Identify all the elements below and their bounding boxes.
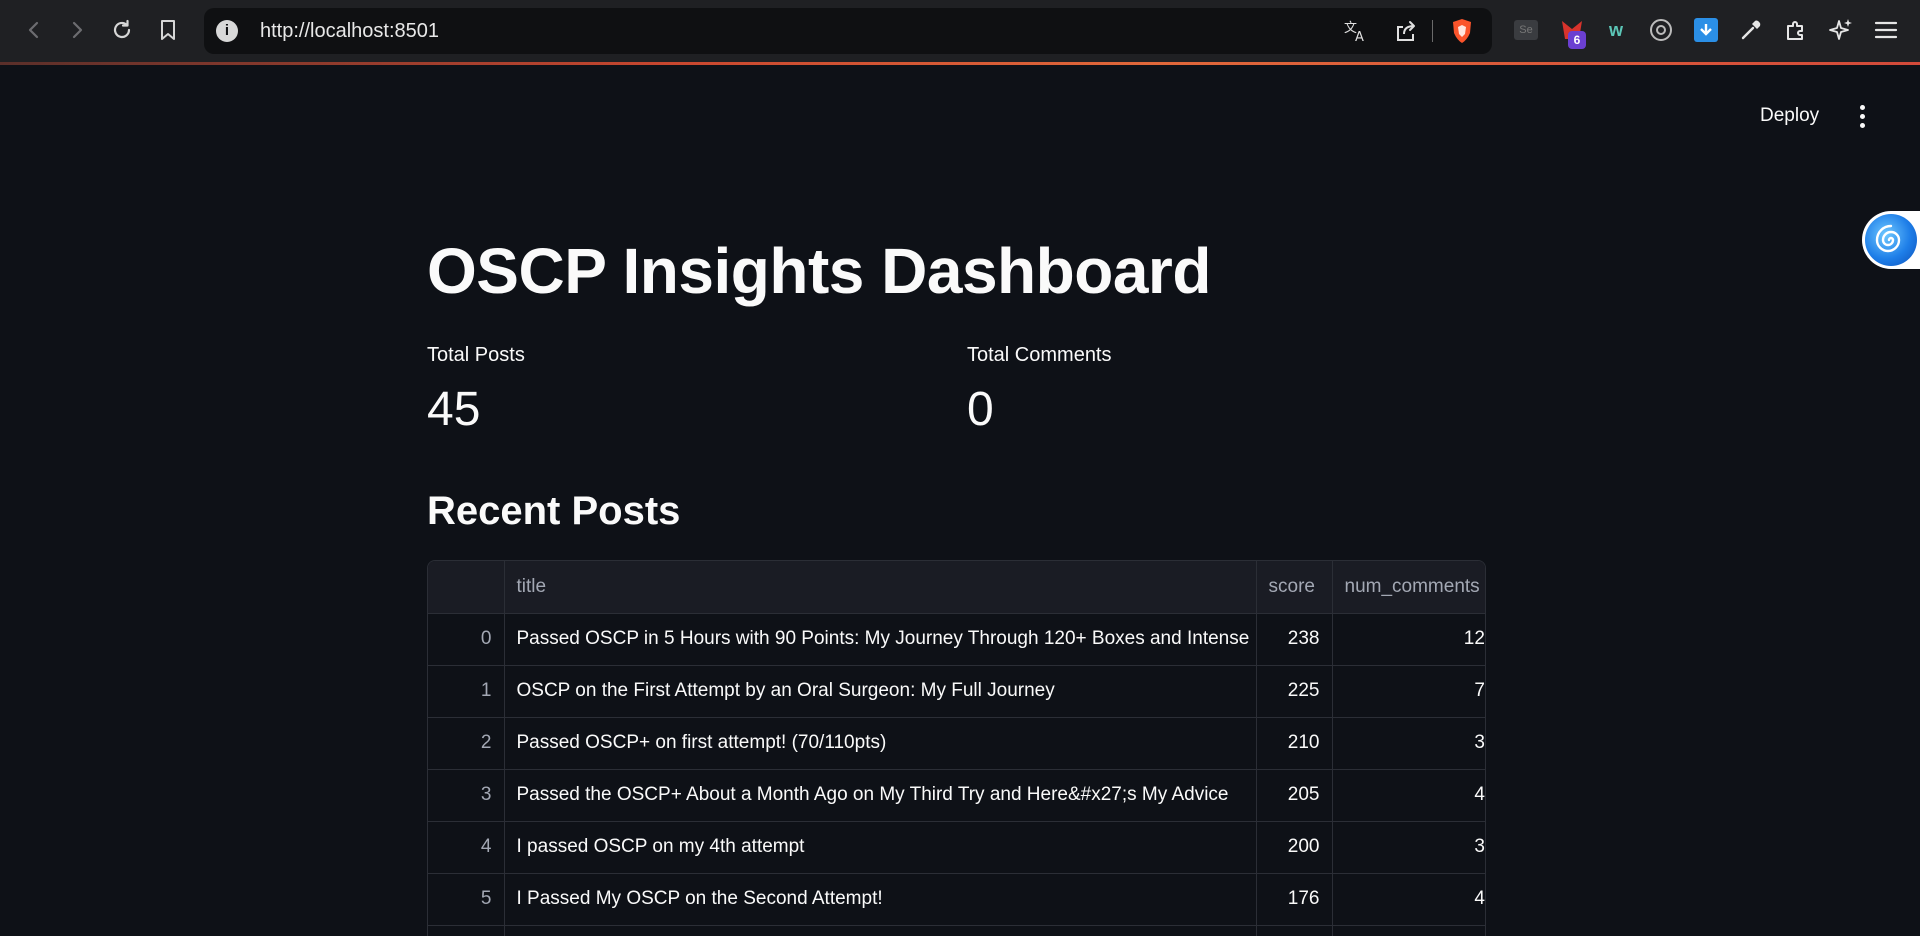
row-index xyxy=(428,925,505,936)
cell-score[interactable]: 238 xyxy=(1256,613,1333,666)
back-icon[interactable] xyxy=(17,13,51,47)
column-header-score[interactable]: score xyxy=(1256,561,1333,614)
row-index: 3 xyxy=(428,769,505,822)
divider xyxy=(1432,20,1433,42)
row-index: 5 xyxy=(428,873,505,926)
metric-value-total-comments: 0 xyxy=(967,383,994,436)
row-index: 4 xyxy=(428,821,505,874)
cell-title[interactable] xyxy=(504,925,1257,936)
table-row[interactable]: 2 Passed OSCP+ on first attempt! (70/110… xyxy=(428,717,1485,770)
cell-num-comments[interactable]: 48 xyxy=(1332,873,1485,926)
eyedropper-icon[interactable] xyxy=(1735,14,1767,46)
reload-icon[interactable] xyxy=(105,13,139,47)
cell-title[interactable]: I passed OSCP on my 4th attempt xyxy=(504,821,1257,874)
share-icon[interactable] xyxy=(1390,16,1422,46)
cell-title[interactable]: Passed OSCP+ on first attempt! (70/110pt… xyxy=(504,717,1257,770)
recent-posts-table[interactable]: title score num_comments 0 Passed OSCP i… xyxy=(427,560,1486,936)
table-row[interactable]: 5 I Passed My OSCP on the Second Attempt… xyxy=(428,873,1485,926)
table-row[interactable]: 4 I passed OSCP on my 4th attempt 200 34 xyxy=(428,821,1485,874)
translate-icon[interactable]: 文A xyxy=(1340,16,1372,46)
column-header-num-comments[interactable]: num_comments xyxy=(1332,561,1485,614)
cell-num-comments[interactable]: 126 xyxy=(1332,613,1485,666)
cell-num-comments[interactable]: 73 xyxy=(1332,665,1485,718)
row-index: 1 xyxy=(428,665,505,718)
download-icon[interactable] xyxy=(1690,14,1722,46)
cell-num-comments[interactable]: 33 xyxy=(1332,717,1485,770)
cell-score[interactable]: 225 xyxy=(1256,665,1333,718)
browser-toolbar: i http://localhost:8501 文A Se 6 w xyxy=(0,0,1920,62)
cell-title[interactable]: Passed the OSCP+ About a Month Ago on My… xyxy=(504,769,1257,822)
section-header-recent-posts: Recent Posts xyxy=(427,489,681,533)
openai-icon[interactable] xyxy=(1645,14,1677,46)
table-header-row: title score num_comments xyxy=(428,561,1485,614)
cell-title[interactable]: OSCP on the First Attempt by an Oral Sur… xyxy=(504,665,1257,718)
cell-score[interactable]: 210 xyxy=(1256,717,1333,770)
assistant-widget[interactable] xyxy=(1862,211,1920,269)
leo-ai-icon[interactable] xyxy=(1825,14,1857,46)
column-header-index[interactable] xyxy=(428,561,505,614)
deploy-button[interactable]: Deploy xyxy=(1744,101,1835,131)
cell-score[interactable]: 205 xyxy=(1256,769,1333,822)
loading-accent-line xyxy=(0,62,1920,65)
cell-score[interactable] xyxy=(1256,925,1333,936)
row-index: 0 xyxy=(428,613,505,666)
url-text[interactable]: http://localhost:8501 xyxy=(260,20,439,43)
column-header-title[interactable]: title xyxy=(504,561,1257,614)
spiral-icon xyxy=(1865,214,1917,266)
cell-num-comments[interactable]: 34 xyxy=(1332,821,1485,874)
svg-text:A: A xyxy=(1355,30,1364,43)
cell-num-comments[interactable]: 43 xyxy=(1332,769,1485,822)
extensions-puzzle-icon[interactable] xyxy=(1780,14,1812,46)
forward-icon[interactable] xyxy=(60,13,94,47)
address-bar[interactable]: i http://localhost:8501 文A xyxy=(204,8,1492,54)
metric-label-total-posts: Total Posts xyxy=(427,344,525,366)
cell-score[interactable]: 200 xyxy=(1256,821,1333,874)
table-row[interactable]: 3 Passed the OSCP+ About a Month Ago on … xyxy=(428,769,1485,822)
metric-label-total-comments: Total Comments xyxy=(967,344,1112,366)
more-options-icon[interactable] xyxy=(1850,102,1874,130)
row-index: 2 xyxy=(428,717,505,770)
page-title: OSCP Insights Dashboard xyxy=(427,235,1211,307)
extension-badge: 6 xyxy=(1568,31,1586,49)
table-row[interactable]: 0 Passed OSCP in 5 Hours with 90 Points:… xyxy=(428,613,1485,666)
site-info-icon[interactable]: i xyxy=(216,20,238,42)
cell-title[interactable]: I Passed My OSCP on the Second Attempt! xyxy=(504,873,1257,926)
bookmark-icon[interactable] xyxy=(151,13,185,47)
brave-shield-icon[interactable] xyxy=(1446,16,1478,46)
table-row[interactable]: 1 OSCP on the First Attempt by an Oral S… xyxy=(428,665,1485,718)
cell-score[interactable]: 176 xyxy=(1256,873,1333,926)
cell-num-comments[interactable] xyxy=(1332,925,1485,936)
metric-value-total-posts: 45 xyxy=(427,383,481,436)
extension-icon[interactable]: Se xyxy=(1510,14,1542,46)
wavebox-icon[interactable]: w xyxy=(1600,14,1632,46)
cell-title[interactable]: Passed OSCP in 5 Hours with 90 Points: M… xyxy=(504,613,1257,666)
menu-icon[interactable] xyxy=(1870,14,1902,46)
table-row[interactable] xyxy=(428,925,1485,936)
